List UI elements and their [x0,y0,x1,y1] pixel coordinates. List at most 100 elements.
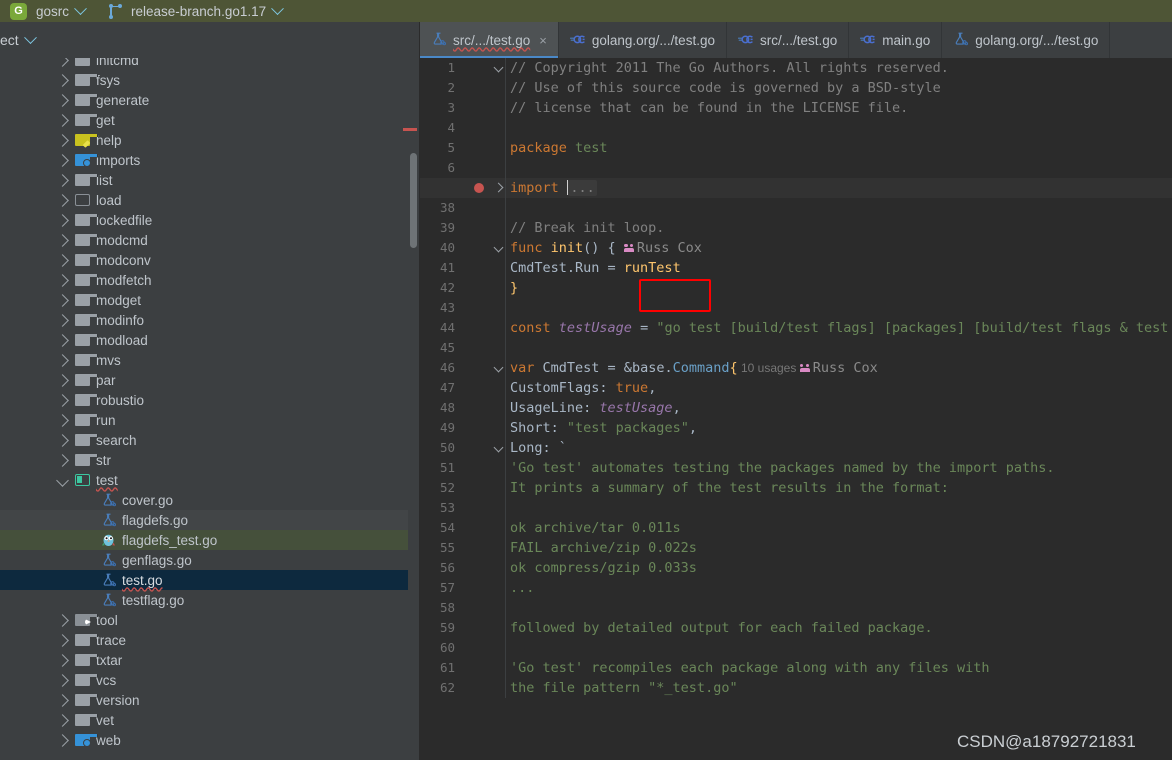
editor-tab[interactable]: golang.org/.../test.go [559,22,727,58]
tree-item-run[interactable]: run [0,410,410,430]
tree-item-modinfo[interactable]: modinfo [0,310,410,330]
tree-item-mvs[interactable]: mvs [0,350,410,370]
close-icon[interactable]: × [539,34,547,47]
code-line[interactable]: 39 // Break init loop. [420,218,1172,238]
code-line[interactable]: 60 [420,638,1172,658]
chevron-right-icon[interactable] [56,333,69,347]
chevron-right-icon[interactable] [56,373,69,387]
chevron-down-icon[interactable] [23,30,37,44]
folded-region[interactable]: ... [568,180,597,196]
code-line[interactable]: 6 [420,158,1172,178]
code-line[interactable]: 62 the file pattern "*_test.go" [420,678,1172,698]
usages-hint[interactable]: 10 usages [738,361,800,375]
chevron-right-icon[interactable] [56,153,69,167]
chevron-right-icon[interactable] [56,693,69,707]
tree-item-load[interactable]: load [0,190,410,210]
chevron-right-icon[interactable] [56,393,69,407]
fold-collapse-icon[interactable] [491,358,505,378]
chevron-right-icon[interactable] [56,313,69,327]
chevron-right-icon[interactable] [56,113,69,127]
tree-item-flagdefs-go[interactable]: flagdefs.go [0,510,410,530]
chevron-right-icon[interactable] [56,213,69,227]
tree-item-imports[interactable]: imports [0,150,410,170]
chevron-right-icon[interactable] [56,273,69,287]
code-line[interactable]: 44 const testUsage = "go test [build/test… [420,318,1172,338]
tree-item-fsys[interactable]: fsys [0,70,410,90]
tree-item-vet[interactable]: vet [0,710,410,730]
chevron-right-icon[interactable] [56,613,69,627]
code-line[interactable]: 40 func init() { Russ Cox [420,238,1172,258]
editor-tab-bar[interactable]: src/.../test.go × golang.org/.../test.go sr… [420,22,1172,58]
chevron-right-icon[interactable] [56,433,69,447]
code-line[interactable]: 2 // Use of this source code is governed … [420,78,1172,98]
tree-item-modconv[interactable]: modconv [0,250,410,270]
code-line[interactable]: 43 [420,298,1172,318]
editor-tab[interactable]: main.go [849,22,943,58]
code-line[interactable]: 58 [420,598,1172,618]
chevron-right-icon[interactable] [56,193,69,207]
tree-item-get[interactable]: get [0,110,410,130]
sidebar-scrollbar-thumb[interactable] [410,153,417,248]
chevron-right-icon[interactable] [56,633,69,647]
tree-item-help[interactable]: help [0,130,410,150]
chevron-right-icon[interactable] [56,293,69,307]
code-line[interactable]: 54 ok archive/tar 0.011s [420,518,1172,538]
tree-item-test-go[interactable]: test.go [0,570,410,590]
tree-item-list[interactable]: list [0,170,410,190]
tree-item-cover-go[interactable]: cover.go [0,490,410,510]
editor-tab[interactable]: src/.../test.go [727,22,850,58]
code-line[interactable]: 49 Short: "test packages", [420,418,1172,438]
chevron-right-icon[interactable] [56,413,69,427]
fold-collapse-icon[interactable] [491,58,505,78]
editor-tab-active[interactable]: src/.../test.go × [420,22,559,58]
chevron-down-icon[interactable] [74,1,87,15]
code-line[interactable]: 53 [420,498,1172,518]
chevron-right-icon[interactable] [56,133,69,147]
chevron-right-icon[interactable] [56,233,69,247]
chevron-right-icon[interactable] [56,173,69,187]
code-line[interactable]: 42 } [420,278,1172,298]
tree-item-generate[interactable]: generate [0,90,410,110]
chevron-right-icon[interactable] [56,253,69,267]
project-name-label[interactable]: gosrc [36,4,69,19]
tree-item-flagdefs-test-go[interactable]: flagdefs_test.go [0,530,410,550]
breakpoint-icon[interactable] [474,183,484,193]
chevron-down-icon[interactable] [271,1,284,15]
tree-item-modget[interactable]: modget [0,290,410,310]
code-line[interactable]: 46 var CmdTest = &base.Command{ 10 usages… [420,358,1172,378]
tree-item-par[interactable]: par [0,370,410,390]
chevron-down-icon[interactable] [56,473,69,487]
code-line[interactable]: 50 Long: ` [420,438,1172,458]
code-line[interactable]: 61 'Go test' recompiles each package alon… [420,658,1172,678]
chevron-right-icon[interactable] [56,453,69,467]
chevron-right-icon[interactable] [56,93,69,107]
code-line[interactable]: 5 package test [420,138,1172,158]
code-editor[interactable]: 1 // Copyright 2011 The Go Authors. All r… [420,58,1172,760]
fold-collapse-icon[interactable] [491,238,505,258]
chevron-right-icon[interactable] [56,713,69,727]
tree-item-test[interactable]: test [0,470,410,490]
project-file-tree[interactable]: initcmd fsys generate get help imports list loa… [0,58,410,760]
tree-item-search[interactable]: search [0,430,410,450]
chevron-right-icon[interactable] [56,733,69,747]
chevron-right-icon[interactable] [56,673,69,687]
branch-name-label[interactable]: release-branch.go1.17 [131,4,266,19]
code-line[interactable]: 51 'Go test' automates testing the packag… [420,458,1172,478]
chevron-right-icon[interactable] [56,653,69,667]
tree-item-modfetch[interactable]: modfetch [0,270,410,290]
code-line[interactable]: 41 CmdTest.Run = runTest [420,258,1172,278]
chevron-right-icon[interactable] [56,58,69,67]
tree-item-tool[interactable]: tool [0,610,410,630]
code-line[interactable]: 59 followed by detailed output for each f… [420,618,1172,638]
code-line[interactable]: 4 [420,118,1172,138]
code-line[interactable]: import ... [420,178,1172,198]
code-line[interactable]: 1 // Copyright 2011 The Go Authors. All r… [420,58,1172,78]
chevron-right-icon[interactable] [56,353,69,367]
code-line[interactable]: 38 [420,198,1172,218]
tree-item-web[interactable]: web [0,730,410,750]
tree-item-str[interactable]: str [0,450,410,470]
tree-item-modcmd[interactable]: modcmd [0,230,410,250]
tree-item-version[interactable]: version [0,690,410,710]
code-line[interactable]: 55 FAIL archive/zip 0.022s [420,538,1172,558]
chevron-right-icon[interactable] [56,73,69,87]
